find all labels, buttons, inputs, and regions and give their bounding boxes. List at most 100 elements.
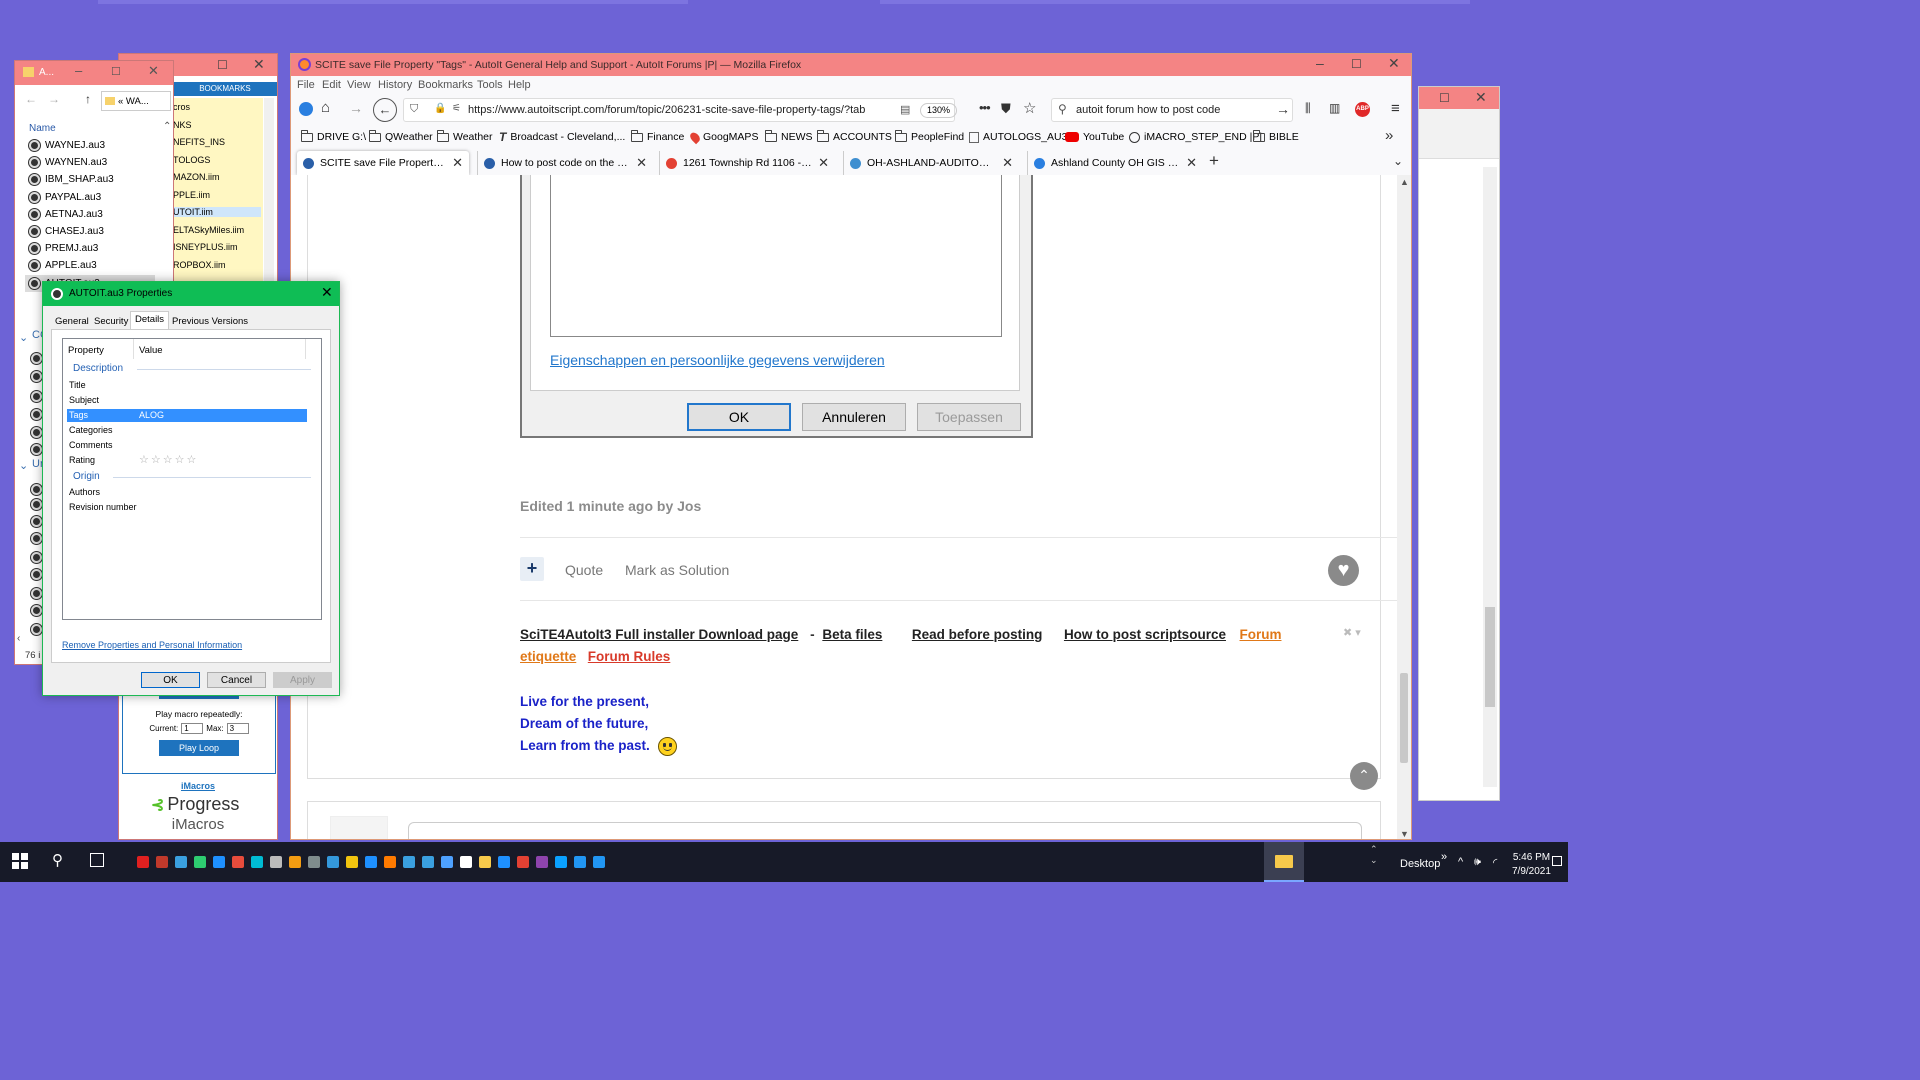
bookmark-item[interactable]: Finance <box>631 127 684 147</box>
file-item[interactable]: PAYPAL.au3 <box>29 189 101 206</box>
sig-link-beta[interactable]: Beta files <box>822 627 882 642</box>
column-value[interactable]: Value <box>139 345 163 356</box>
chevron-up-icon[interactable]: ⌃ <box>163 121 171 132</box>
property-row[interactable]: Categories <box>67 424 307 437</box>
macro-item[interactable]: NKS <box>173 120 261 130</box>
edge-icon[interactable] <box>574 856 586 868</box>
browser-tab[interactable]: SCITE save File Property "Tags" ✕ <box>297 151 469 175</box>
file-item[interactable]: WAYNEN.au3 <box>29 154 107 171</box>
menu-file[interactable]: File <box>297 79 315 91</box>
sig-link-forum-rules[interactable]: Forum Rules <box>588 649 671 664</box>
remove-properties-link[interactable]: Remove Properties and Personal Informati… <box>62 640 242 650</box>
back-arrow-icon[interactable]: ← <box>25 92 37 106</box>
maximize-icon[interactable]: ☐ <box>1351 57 1362 71</box>
app-icon[interactable] <box>346 856 358 868</box>
app-icon[interactable] <box>422 856 434 868</box>
shield-icon[interactable]: ⛉ <box>410 103 418 116</box>
hamburger-menu-icon[interactable]: ≡ <box>1391 100 1400 117</box>
forward-arrow-icon[interactable]: → <box>349 100 363 116</box>
url-bar[interactable]: ⛉ 🔒 ⚟ https://www.autoitscript.com/forum… <box>403 98 958 122</box>
browser-tab[interactable]: How to post code on the forum ✕ <box>477 151 653 175</box>
menu-edit[interactable]: Edit <box>322 79 341 91</box>
minimize-icon[interactable]: – <box>75 63 82 78</box>
chrome-icon[interactable] <box>289 856 301 868</box>
adblock-icon[interactable]: ABP <box>1355 102 1370 117</box>
windows-start-icon[interactable] <box>12 853 28 869</box>
home-icon[interactable]: ⌂ <box>321 99 330 116</box>
monitor-icon[interactable] <box>175 856 187 868</box>
back-arrow-icon[interactable]: ← <box>373 98 397 122</box>
maximize-icon[interactable]: ☐ <box>217 58 228 72</box>
property-row[interactable]: Subject <box>67 394 307 407</box>
more-actions-icon[interactable]: ••• <box>979 100 991 115</box>
desktop-toolbar-label[interactable]: Desktop <box>1400 858 1440 870</box>
search-app-icon[interactable] <box>384 856 396 868</box>
close-icon[interactable]: ✕ <box>148 63 159 79</box>
tab-close-icon[interactable]: ✕ <box>1002 155 1013 171</box>
app-icon[interactable] <box>213 856 225 868</box>
bookmark-item[interactable]: iMACRO_STEP_END |P| <box>1129 127 1262 147</box>
tab-close-icon[interactable]: ✕ <box>452 155 463 171</box>
search-go-arrow-icon[interactable]: → <box>1276 101 1290 117</box>
embedded-cancel-button[interactable]: Annuleren <box>802 403 906 431</box>
file-item[interactable]: CHASEJ.au3 <box>29 223 104 240</box>
up-arrow-icon[interactable]: ↑ <box>85 92 91 106</box>
tab-general[interactable]: General <box>51 314 93 330</box>
imacros-link[interactable]: iMacros <box>119 781 277 791</box>
folder-icon[interactable] <box>479 856 491 868</box>
menu-view[interactable]: View <box>347 79 371 91</box>
close-icon[interactable]: ✕ <box>253 56 265 73</box>
bookmark-star-icon[interactable]: ☆ <box>1023 99 1036 117</box>
menu-history[interactable]: History <box>378 79 412 91</box>
macro-item[interactable]: cros <box>173 102 261 112</box>
app-icon[interactable] <box>194 856 206 868</box>
menu-help[interactable]: Help <box>508 79 531 91</box>
clock[interactable]: 5:46 PM 7/9/2021 <box>1512 851 1551 879</box>
embedded-ok-button[interactable]: OK <box>687 403 791 431</box>
file-item[interactable]: IBM_SHAP.au3 <box>29 171 114 188</box>
column-name[interactable]: Name <box>29 123 56 134</box>
app-icon[interactable] <box>441 856 453 868</box>
cancel-button[interactable]: Cancel <box>207 672 266 688</box>
search-input[interactable]: autoit forum how to post code <box>1076 104 1220 116</box>
macro-item[interactable]: UTOIT.iim <box>173 207 261 217</box>
macro-item[interactable]: MAZON.iim <box>173 172 261 182</box>
sig-link-forum[interactable]: Forum <box>1240 627 1282 642</box>
menu-bookmarks[interactable]: Bookmarks <box>418 79 473 91</box>
network-icon[interactable]: ◜ <box>1493 856 1497 869</box>
scrollbar[interactable] <box>264 98 274 288</box>
sig-link-etiquette[interactable]: etiquette <box>520 649 576 664</box>
new-tab-plus-icon[interactable]: + <box>1209 151 1219 171</box>
bookmark-item[interactable]: Weather <box>437 127 493 147</box>
lock-icon[interactable]: 🔒 <box>434 103 446 114</box>
app-icon[interactable] <box>156 856 168 868</box>
app-icon[interactable] <box>536 856 548 868</box>
macro-item[interactable]: NEFITS_INS <box>173 137 261 147</box>
cloud-icon[interactable] <box>460 856 472 868</box>
tab-close-icon[interactable]: ✕ <box>1186 155 1197 171</box>
app-icon[interactable] <box>365 856 377 868</box>
play-loop-button[interactable]: Play Loop <box>159 740 239 756</box>
property-row[interactable]: Comments <box>67 439 307 452</box>
chevron-down-icon[interactable]: ⌄ <box>19 459 28 472</box>
system-tray-chevron-icon[interactable]: ^ <box>1458 856 1463 868</box>
autoit-icon[interactable] <box>137 856 149 868</box>
bookmark-item[interactable]: GoogMAPS <box>688 127 758 147</box>
user-avatar[interactable] <box>330 816 388 839</box>
close-icon[interactable]: ✕ <box>321 284 333 301</box>
macro-item[interactable]: ROPBOX.iim <box>173 260 261 270</box>
max-stepper[interactable]: 3 <box>226 723 249 734</box>
property-row[interactable]: Title <box>67 379 307 392</box>
apply-button[interactable]: Apply <box>273 672 332 688</box>
tab-security[interactable]: Security <box>90 314 132 330</box>
scrollbar[interactable] <box>1483 167 1497 787</box>
app-icon[interactable] <box>327 856 339 868</box>
mail-icon[interactable] <box>498 856 510 868</box>
app-icon[interactable] <box>232 856 244 868</box>
bookmark-item[interactable]: AUTOLOGS_AU3 <box>969 127 1067 147</box>
minimize-icon[interactable]: – <box>1316 55 1324 71</box>
bookmarks-tab[interactable]: BOOKMARKS <box>173 82 277 96</box>
forward-arrow-icon[interactable]: → <box>48 92 60 106</box>
property-name[interactable]: Revision number <box>69 502 137 512</box>
property-row[interactable]: Tags ALOG <box>67 409 307 422</box>
